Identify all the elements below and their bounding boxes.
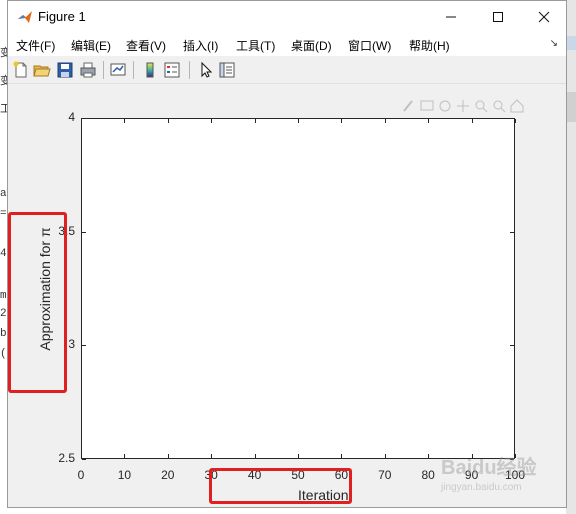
y-tick-label: 2.5 xyxy=(58,451,75,465)
zoom-out-icon[interactable] xyxy=(491,98,507,114)
x-tick-mark xyxy=(167,454,169,458)
edit-plot-arrow-icon[interactable] xyxy=(197,61,215,79)
title-bar[interactable]: Figure 1 xyxy=(8,1,566,32)
background-char: 变 xyxy=(0,76,7,88)
y-tick-mark xyxy=(510,345,514,347)
x-tick-mark xyxy=(428,119,430,123)
menubar-dock-arrow-icon[interactable]: ↘ xyxy=(550,38,558,49)
x-tick-mark xyxy=(298,119,299,123)
menu-help[interactable]: 帮助(H) xyxy=(409,37,450,54)
background-char: b xyxy=(0,328,7,340)
new-figure-icon[interactable] xyxy=(12,61,30,79)
menu-view[interactable]: 查看(V) xyxy=(126,37,166,54)
menu-window[interactable]: 窗口(W) xyxy=(348,37,391,54)
zoom-in-icon[interactable] xyxy=(473,98,489,114)
close-button[interactable] xyxy=(521,1,567,32)
data-tips-icon[interactable] xyxy=(419,98,435,114)
y-tick-mark xyxy=(82,118,86,119)
background-char: 2 xyxy=(0,308,7,320)
x-tick-mark xyxy=(471,119,473,123)
x-tick-label: 20 xyxy=(161,468,175,482)
background-char: 工 xyxy=(0,104,7,116)
x-tick-mark xyxy=(298,454,299,458)
brush-icon[interactable] xyxy=(401,98,417,114)
background-right-edge xyxy=(566,0,576,514)
colorbar-icon[interactable] xyxy=(141,61,159,79)
x-tick-label: 80 xyxy=(421,468,435,482)
watermark: Baidu经验 jingyan.baidu.com xyxy=(441,451,556,501)
x-tick-label: 10 xyxy=(117,468,132,482)
y-tick-mark xyxy=(82,345,86,347)
background-char: ( xyxy=(0,348,7,360)
x-tick-mark xyxy=(254,119,256,123)
x-tick-mark xyxy=(124,119,126,123)
x-tick-mark xyxy=(384,454,386,458)
ylabel-highlight-box xyxy=(8,212,67,393)
maximize-icon xyxy=(493,11,503,22)
background-right-blue xyxy=(566,36,576,50)
y-tick-mark xyxy=(510,231,514,233)
x-tick-mark xyxy=(341,119,343,123)
toolbar xyxy=(8,56,566,84)
x-tick-mark xyxy=(211,119,213,123)
window-title: Figure 1 xyxy=(38,9,86,24)
screen: 变变工 a = 4 m 2 b( Figure 1 文件(F) 编辑(E) 查看( xyxy=(0,0,576,514)
toolbar-separator xyxy=(133,61,134,79)
close-icon xyxy=(538,11,550,22)
x-tick-mark xyxy=(81,119,82,123)
background-char: 4 xyxy=(0,248,7,260)
minimize-icon xyxy=(446,16,456,17)
xlabel-highlight-box xyxy=(209,468,352,504)
menu-file[interactable]: 文件(F) xyxy=(16,37,55,54)
plot-svg xyxy=(82,119,514,458)
x-tick-mark xyxy=(211,454,213,458)
matlab-logo-icon xyxy=(18,11,32,23)
axes-toolbar[interactable] xyxy=(401,98,525,114)
save-icon[interactable] xyxy=(56,61,74,79)
x-tick-mark xyxy=(384,119,386,123)
link-plot-icon[interactable] xyxy=(109,61,127,79)
watermark-url: jingyan.baidu.com xyxy=(441,482,522,493)
menu-desktop[interactable]: 桌面(D) xyxy=(291,37,332,54)
toolbar-separator xyxy=(103,61,104,79)
background-right-band xyxy=(566,92,576,122)
rotate-icon[interactable] xyxy=(437,98,453,114)
property-inspector-icon[interactable] xyxy=(218,61,236,79)
toolbar-separator xyxy=(189,61,190,79)
menu-tools[interactable]: 工具(T) xyxy=(236,37,275,54)
menu-edit[interactable]: 编辑(E) xyxy=(71,37,111,54)
pan-icon[interactable] xyxy=(455,98,471,114)
x-tick-mark xyxy=(341,454,343,458)
x-tick-mark xyxy=(515,119,516,123)
print-icon[interactable] xyxy=(79,61,97,79)
watermark-logo: Baidu经验 xyxy=(441,457,537,479)
menu-insert[interactable]: 插入(I) xyxy=(183,37,218,54)
figure-window: Figure 1 文件(F) 编辑(E) 查看(V) 插入(I) 工具(T) 桌… xyxy=(7,0,567,508)
menu-bar: 文件(F) 编辑(E) 查看(V) 插入(I) 工具(T) 桌面(D) 窗口(W… xyxy=(8,32,566,56)
maximize-button[interactable] xyxy=(475,1,521,32)
x-tick-label: 0 xyxy=(77,468,85,482)
background-char: = xyxy=(0,208,7,220)
y-tick-mark xyxy=(510,118,514,119)
open-file-icon[interactable] xyxy=(33,61,51,79)
legend-icon[interactable] xyxy=(163,61,181,79)
background-char: m xyxy=(0,290,7,302)
minimize-button[interactable] xyxy=(428,1,474,32)
home-icon[interactable] xyxy=(509,98,525,114)
y-tick-mark xyxy=(82,231,86,233)
x-tick-mark xyxy=(81,454,82,458)
background-char: 变 xyxy=(0,48,7,60)
x-tick-mark xyxy=(254,454,256,458)
background-char: a xyxy=(0,188,7,200)
y-tick-mark xyxy=(82,459,86,460)
x-tick-mark xyxy=(124,454,126,458)
x-tick-mark xyxy=(167,119,169,123)
x-tick-label: 70 xyxy=(378,468,392,482)
x-tick-mark xyxy=(428,454,430,458)
y-tick-label: 4 xyxy=(68,110,75,124)
plot-area[interactable] xyxy=(81,118,515,459)
